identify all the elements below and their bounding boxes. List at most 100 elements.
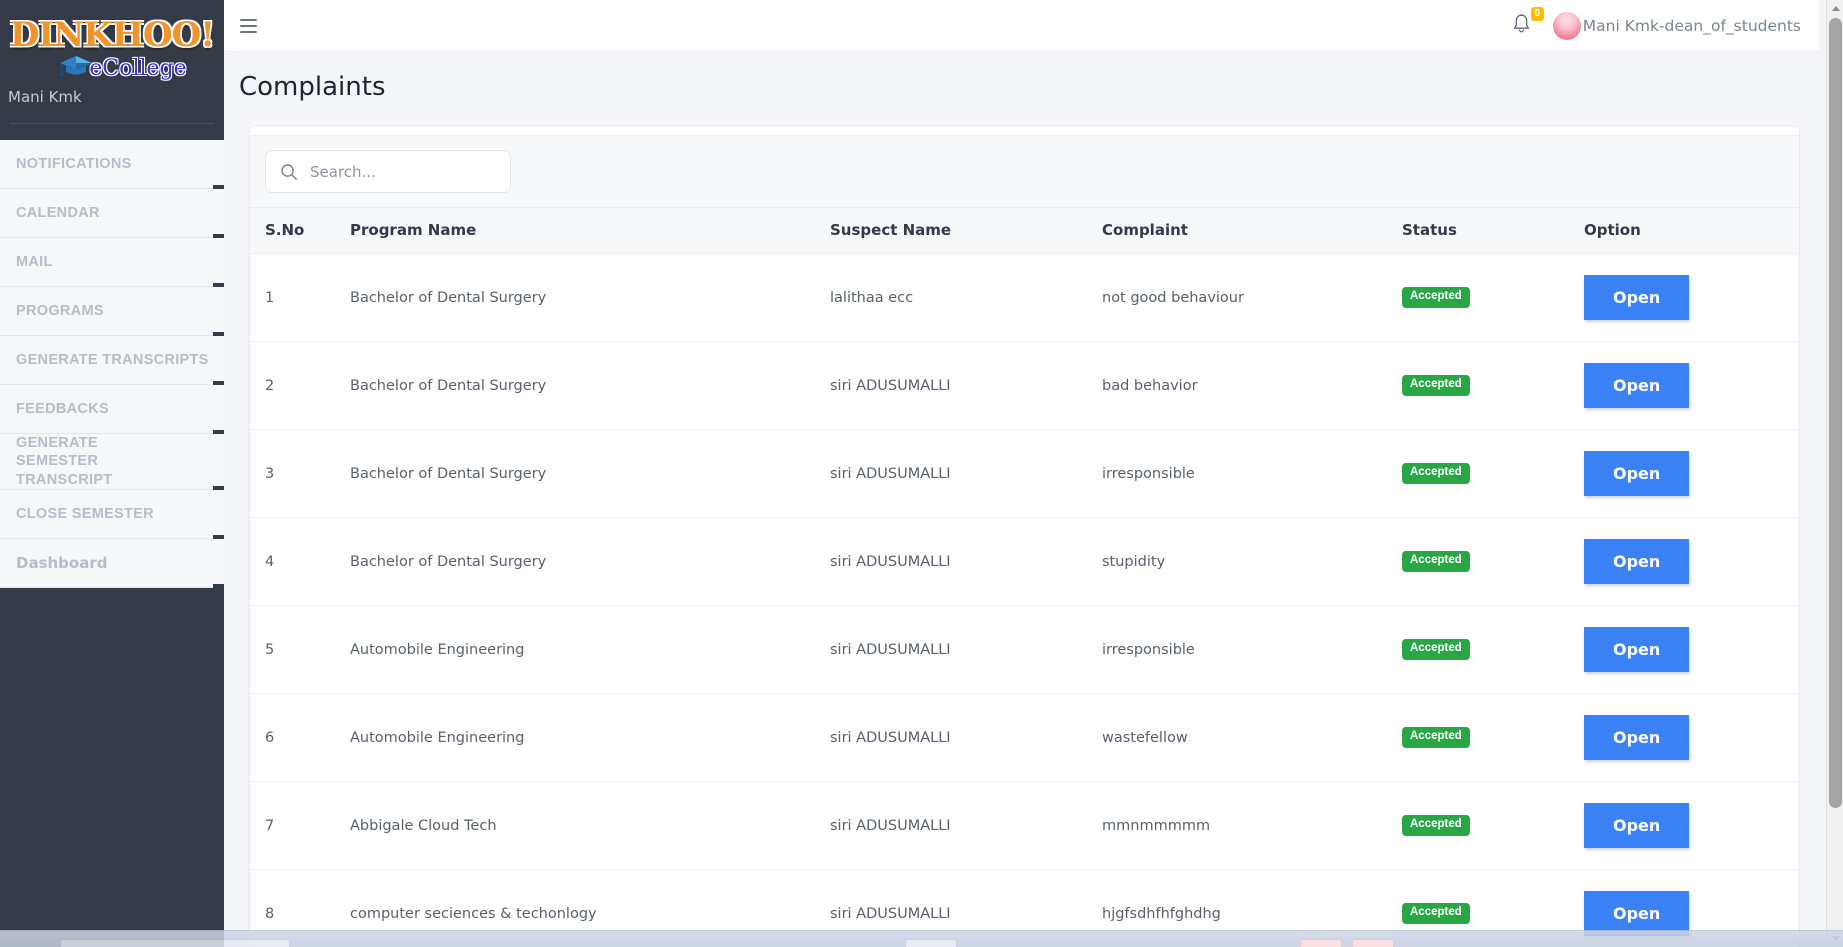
user-profile-menu[interactable]: Mani Kmk-dean_of_students — [1552, 11, 1801, 40]
cell-option: Open — [1584, 693, 1799, 782]
open-button[interactable]: Open — [1584, 803, 1690, 848]
column-header-status[interactable]: Status — [1402, 207, 1584, 254]
scrollbar-thumb[interactable] — [1829, 18, 1842, 808]
open-button[interactable]: Open — [1584, 627, 1690, 672]
sidebar-item-label: FEEDBACKS — [16, 400, 109, 417]
search-box[interactable] — [265, 150, 511, 193]
card-top-strip — [250, 126, 1799, 135]
table-row: 1 Bachelor of Dental Surgery lalithaa ec… — [250, 253, 1799, 342]
cell-suspect: siri ADUSUMALLI — [830, 781, 1102, 870]
search-icon — [281, 163, 297, 180]
scroll-up-arrow-icon[interactable] — [1827, 0, 1843, 17]
table-body: 1 Bachelor of Dental Surgery lalithaa ec… — [250, 253, 1799, 947]
cell-option: Open — [1584, 253, 1799, 342]
status-badge: Accepted — [1402, 375, 1470, 396]
sidebar-item-calendar[interactable]: CALENDAR — [0, 189, 224, 240]
table-row: 6 Automobile Engineering siri ADUSUMALLI… — [250, 693, 1799, 782]
cell-suspect: siri ADUSUMALLI — [830, 341, 1102, 430]
taskbar-item[interactable] — [1300, 939, 1342, 947]
cell-complaint: bad behavior — [1102, 341, 1402, 430]
cell-sno: 3 — [250, 429, 350, 518]
cell-option: Open — [1584, 781, 1799, 870]
status-badge: Accepted — [1402, 903, 1470, 924]
open-button[interactable]: Open — [1584, 275, 1690, 320]
table-head: S.No Program Name Suspect Name Complaint… — [250, 207, 1799, 254]
cell-sno: 6 — [250, 693, 350, 782]
taskbar-item[interactable] — [905, 939, 957, 947]
sidebar-item-notifications[interactable]: NOTIFICATIONS — [0, 140, 224, 191]
app-root: DINKHOO! eCollege Mani Kmk NOTIFICATIONS… — [0, 0, 1843, 947]
column-header-complaint[interactable]: Complaint — [1102, 207, 1402, 254]
cell-program: Bachelor of Dental Surgery — [350, 253, 830, 342]
cell-suspect: siri ADUSUMALLI — [830, 517, 1102, 606]
sidebar-item-generate-semester-transcript[interactable]: GENERATE SEMESTER TRANSCRIPT — [0, 434, 224, 492]
open-button[interactable]: Open — [1584, 539, 1690, 584]
sidebar-item-generate-transcripts[interactable]: GENERATE TRANSCRIPTS — [0, 336, 224, 387]
cell-sno: 4 — [250, 517, 350, 606]
complaints-table: S.No Program Name Suspect Name Complaint… — [250, 207, 1799, 947]
table-row: 2 Bachelor of Dental Surgery siri ADUSUM… — [250, 341, 1799, 430]
sidebar-divider — [10, 123, 214, 124]
open-button[interactable]: Open — [1584, 363, 1690, 408]
notification-bell-button[interactable]: 0 — [1508, 6, 1544, 43]
avatar — [1552, 11, 1581, 40]
cell-program: Bachelor of Dental Surgery — [350, 341, 830, 430]
cell-suspect: siri ADUSUMALLI — [830, 429, 1102, 518]
table-row: 4 Bachelor of Dental Surgery siri ADUSUM… — [250, 517, 1799, 606]
status-badge: Accepted — [1402, 727, 1470, 748]
vertical-scrollbar[interactable] — [1826, 0, 1843, 947]
search-input[interactable] — [310, 162, 480, 181]
sidebar-item-dashboard[interactable]: Dashboard — [0, 539, 224, 590]
topbar-right-group: 0 Mani Kmk-dean_of_students — [1508, 6, 1819, 43]
user-display-name: Mani Kmk-dean_of_students — [1582, 16, 1801, 35]
cell-status: Accepted — [1402, 341, 1584, 430]
cell-complaint: wastefellow — [1102, 693, 1402, 782]
sidebar-nav-list: NOTIFICATIONS CALENDAR MAIL PROGRAMS GEN… — [0, 140, 224, 590]
status-badge: Accepted — [1402, 639, 1470, 660]
graduation-cap-icon — [59, 55, 93, 82]
os-taskbar[interactable] — [0, 930, 1843, 947]
cell-suspect: siri ADUSUMALLI — [830, 693, 1102, 782]
taskbar-item[interactable] — [1352, 939, 1394, 947]
sidebar-item-notch — [213, 584, 224, 590]
column-header-suspect[interactable]: Suspect Name — [830, 207, 1102, 254]
taskbar-item[interactable] — [60, 939, 290, 947]
cell-complaint: not good behaviour — [1102, 253, 1402, 342]
bell-icon — [1513, 13, 1530, 33]
table-row: 7 Abbigale Cloud Tech siri ADUSUMALLI mm… — [250, 781, 1799, 870]
table-row: 3 Bachelor of Dental Surgery siri ADUSUM… — [250, 429, 1799, 518]
sidebar: DINKHOO! eCollege Mani Kmk NOTIFICATIONS… — [0, 0, 224, 947]
open-button[interactable]: Open — [1584, 715, 1690, 760]
cell-status: Accepted — [1402, 517, 1584, 606]
hamburger-icon[interactable] — [240, 13, 266, 39]
sidebar-item-mail[interactable]: MAIL — [0, 238, 224, 289]
page-title: Complaints — [239, 72, 386, 102]
sidebar-item-feedbacks[interactable]: FEEDBACKS — [0, 385, 224, 436]
table-header-row: S.No Program Name Suspect Name Complaint… — [250, 207, 1799, 254]
cell-option: Open — [1584, 429, 1799, 518]
column-header-program[interactable]: Program Name — [350, 207, 830, 254]
cell-sno: 1 — [250, 253, 350, 342]
top-header-bar: 0 Mani Kmk-dean_of_students — [224, 0, 1819, 52]
status-badge: Accepted — [1402, 551, 1470, 572]
column-header-sno[interactable]: S.No — [250, 207, 350, 254]
cell-status: Accepted — [1402, 429, 1584, 518]
sidebar-item-label: NOTIFICATIONS — [16, 155, 132, 172]
open-button[interactable]: Open — [1584, 451, 1690, 496]
sidebar-item-label: GENERATE TRANSCRIPTS — [16, 351, 209, 368]
sidebar-item-label: PROGRAMS — [16, 302, 104, 319]
cell-status: Accepted — [1402, 781, 1584, 870]
logo-dinkhoo-text: DINKHOO! — [9, 15, 215, 55]
sidebar-item-label: CLOSE SEMESTER — [16, 505, 154, 522]
cell-complaint: mmnmmmmm — [1102, 781, 1402, 870]
column-header-option[interactable]: Option — [1584, 207, 1799, 254]
sidebar-item-close-semester[interactable]: CLOSE SEMESTER — [0, 490, 224, 541]
logo-ecollege-text: eCollege — [89, 56, 187, 81]
search-region — [250, 135, 1799, 207]
cell-program: Automobile Engineering — [350, 605, 830, 694]
cell-suspect: lalithaa ecc — [830, 253, 1102, 342]
cell-program: Automobile Engineering — [350, 693, 830, 782]
cell-program: Bachelor of Dental Surgery — [350, 429, 830, 518]
cell-complaint: stupidity — [1102, 517, 1402, 606]
sidebar-item-programs[interactable]: PROGRAMS — [0, 287, 224, 338]
